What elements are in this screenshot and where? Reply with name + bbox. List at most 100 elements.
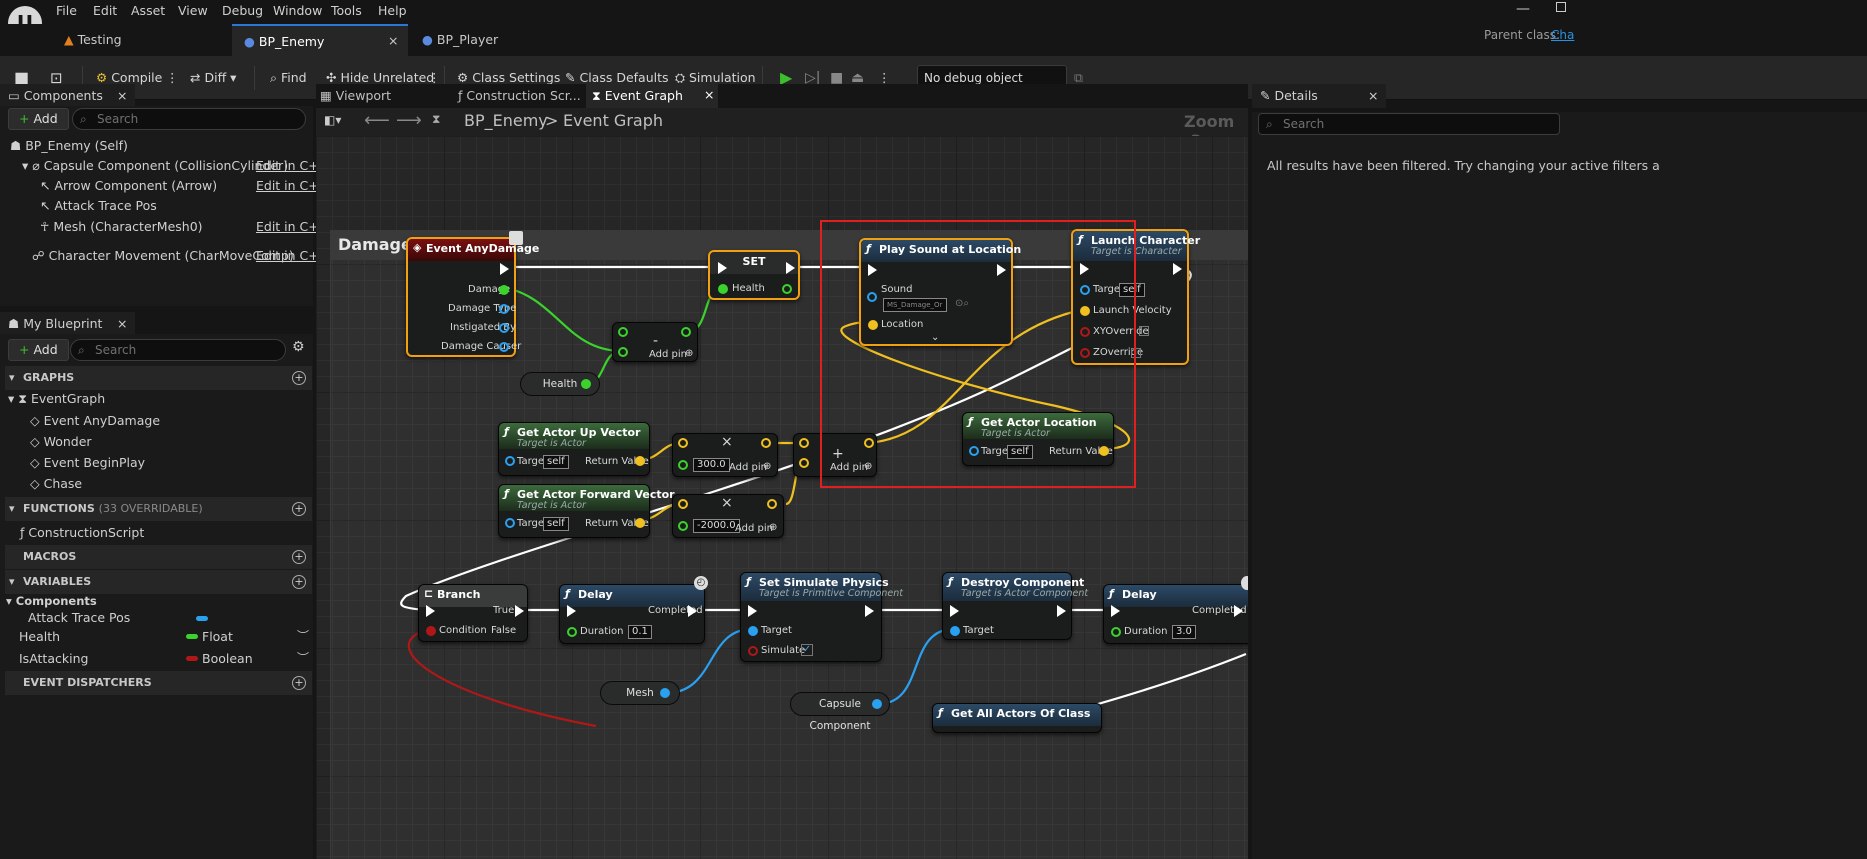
section-event-dispatchers[interactable]: EVENT DISPATCHERS [5, 671, 312, 695]
component-mesh[interactable]: ☥ Mesh (CharacterMesh0) [40, 219, 203, 234]
breadcrumb-graph[interactable]: Event Graph [563, 111, 663, 130]
components-tab[interactable]: ▭ Components × [0, 84, 135, 108]
close-icon[interactable]: × [704, 87, 714, 102]
variable-item[interactable]: IsAttacking [19, 651, 88, 666]
tab-bp-enemy[interactable]: ● BP_Enemy × [232, 24, 408, 56]
object-pin[interactable] [505, 456, 515, 466]
float-pin[interactable] [718, 284, 728, 294]
tab-viewport[interactable]: ▦ Viewport [320, 88, 391, 103]
exec-out-pin[interactable] [1173, 263, 1182, 275]
menu-view[interactable]: View [178, 3, 208, 18]
node-set-simulate-physics[interactable]: ƒ Set Simulate Physics Target is Primitive… [740, 572, 903, 662]
event-item[interactable]: ◇ Chase [30, 476, 82, 491]
node-delay-1[interactable]: ƒ Delay Completed Duration 0.1 [559, 584, 705, 644]
node-subtract[interactable]: - Add pin ⊕ [612, 322, 698, 362]
float-pin[interactable] [581, 379, 591, 389]
object-pin[interactable] [499, 323, 509, 333]
add-pin-button[interactable]: Add pin [649, 349, 687, 360]
vector-pin[interactable] [799, 458, 809, 468]
section-functions[interactable]: ▾ FUNCTIONS (33 OVERRIDABLE) [5, 497, 312, 521]
menu-tools[interactable]: Tools [331, 3, 362, 18]
object-pin[interactable] [499, 342, 509, 352]
add-macro-icon[interactable]: + [292, 550, 306, 564]
variable-item[interactable]: Health [19, 629, 60, 644]
vector-pin[interactable] [761, 438, 771, 448]
float-pin[interactable] [782, 284, 792, 294]
exec-in-pin[interactable] [426, 605, 435, 617]
duration-value[interactable]: 3.0 [1172, 625, 1196, 639]
section-macros[interactable]: MACROS [5, 545, 312, 569]
add-member-button[interactable]: + Add [8, 339, 69, 361]
bookmark-icon[interactable]: ◧▾ [324, 113, 341, 127]
node-delay-2[interactable]: ƒ Delay Completed Duration 3.0 [1103, 584, 1248, 644]
parent-class-link[interactable]: Cha [1551, 28, 1574, 42]
vector-pin[interactable] [635, 518, 645, 528]
exec-in-pin[interactable] [1111, 605, 1120, 617]
add-function-icon[interactable]: + [292, 502, 306, 516]
add-component-button[interactable]: + Add [8, 108, 69, 130]
my-blueprint-search-input[interactable]: ⌕ Search [70, 339, 286, 361]
float-pin[interactable] [618, 327, 628, 337]
variable-item[interactable]: Attack Trace Pos [28, 610, 130, 625]
menu-help[interactable]: Help [378, 3, 407, 18]
object-pin[interactable] [660, 688, 670, 698]
float-pin[interactable] [681, 327, 691, 337]
bool-pin[interactable] [426, 626, 436, 636]
vector-pin[interactable] [678, 438, 688, 448]
exec-in-pin[interactable] [748, 605, 757, 617]
tab-bp-player[interactable]: ● BP_Player [410, 24, 586, 56]
float-pin[interactable] [1111, 627, 1121, 637]
object-pin[interactable] [748, 626, 758, 636]
exec-out-pin[interactable] [515, 625, 524, 637]
add-dispatcher-icon[interactable]: + [292, 676, 306, 690]
function-item[interactable]: ƒ ConstructionScript [20, 525, 144, 540]
checkbox[interactable] [1139, 326, 1149, 336]
visibility-eye-icon[interactable]: ︶ [297, 649, 309, 666]
object-pin[interactable] [499, 304, 509, 314]
object-pin[interactable] [505, 518, 515, 528]
variable-category[interactable]: ▾ Components [6, 594, 97, 608]
duration-value[interactable]: 0.1 [628, 625, 652, 639]
exec-out-pin[interactable] [1057, 605, 1066, 617]
close-icon[interactable]: × [388, 33, 398, 48]
vector-pin[interactable] [678, 499, 688, 509]
add-graph-icon[interactable]: + [292, 371, 306, 385]
node-branch[interactable]: ⊏ Branch True Condition False [418, 584, 528, 642]
gear-icon[interactable]: ⚙ [292, 339, 305, 355]
component-root[interactable]: ☗ BP_Enemy (Self) [10, 138, 128, 153]
add-pin-button[interactable]: Add pin [735, 523, 773, 534]
close-icon[interactable]: × [117, 84, 127, 108]
menu-edit[interactable]: Edit [93, 3, 117, 18]
exec-out-pin[interactable] [500, 263, 509, 275]
plus-icon[interactable]: ⊕ [769, 522, 777, 533]
multiplier-value[interactable]: -2000.0 [693, 519, 740, 533]
tab-event-graph[interactable]: ⧗ Event Graph × [586, 84, 718, 108]
self-value[interactable]: self [543, 517, 569, 531]
node-multiply-up[interactable]: × 300.0 Add pin ⊕ [672, 433, 778, 477]
node-get-actor-forward-vector[interactable]: ƒ Get Actor Forward Vector Target is Actor… [498, 484, 675, 538]
add-pin-button[interactable]: Add pin [729, 462, 767, 473]
self-value[interactable]: self [543, 455, 569, 469]
menu-file[interactable]: File [56, 3, 77, 18]
vector-pin[interactable] [635, 456, 645, 466]
visibility-eye-icon[interactable]: ︶ [297, 627, 309, 644]
tab-construction-script[interactable]: ƒ Construction Scr... [458, 88, 581, 103]
back-arrow-icon[interactable]: ⟵ [364, 110, 390, 131]
exec-out-pin[interactable] [515, 605, 524, 617]
close-icon[interactable]: × [1368, 84, 1378, 108]
object-pin[interactable] [950, 626, 960, 636]
menu-asset[interactable]: Asset [131, 3, 165, 18]
checkbox[interactable]: ✓ [801, 644, 813, 656]
details-tab[interactable]: ✎ Details × [1252, 84, 1386, 108]
plus-icon[interactable]: ⊕ [763, 461, 771, 472]
multiplier-value[interactable]: 300.0 [693, 458, 730, 472]
find-button[interactable]: ⌕ Find [270, 64, 307, 92]
vector-pin[interactable] [799, 438, 809, 448]
breadcrumb-blueprint[interactable]: BP_Enemy [464, 111, 548, 130]
add-variable-icon[interactable]: + [292, 575, 306, 589]
component-arrow[interactable]: ↖ Arrow Component (Arrow) [40, 178, 217, 193]
exec-in-pin[interactable] [567, 605, 576, 617]
components-search-input[interactable]: ⌕ Search [72, 108, 306, 130]
bool-pin[interactable] [748, 646, 758, 656]
exec-in-pin[interactable] [950, 605, 959, 617]
